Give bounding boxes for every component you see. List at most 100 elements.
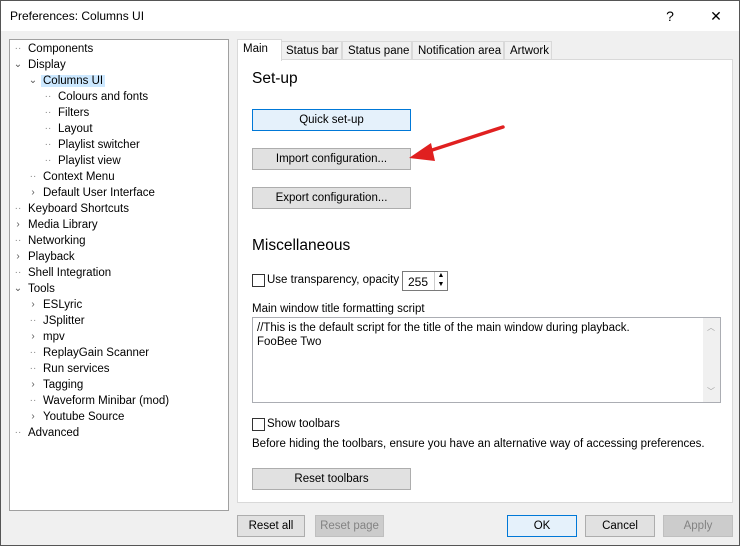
script-line: //This is the default script for the tit… [257,322,630,334]
tree-connector-icon: ·· [14,267,22,278]
title-bar: Preferences: Columns UI ? ✕ [1,1,739,31]
chevron-right-icon[interactable]: › [28,329,38,345]
reset-toolbars-button[interactable]: Reset toolbars [252,468,411,490]
quick-setup-button[interactable]: Quick set-up [252,109,411,131]
chevron-right-icon[interactable]: › [28,297,38,313]
window-title: Preferences: Columns UI [10,9,145,23]
tree-item[interactable]: ·· Colours and fonts [43,89,150,105]
tree-item[interactable]: ·· Playlist view [43,153,123,169]
tree-connector-icon: ·· [44,155,52,166]
chevron-right-icon[interactable]: › [28,409,38,425]
tree-connector-icon: ·· [44,123,52,134]
tree-item-label: Playlist switcher [58,139,140,151]
tree-item[interactable]: ·· Advanced [13,425,81,441]
title-script-textarea[interactable]: //This is the default script for the tit… [252,317,721,403]
tree-item[interactable]: ·· Run services [28,361,111,377]
tree-item[interactable]: ·· Filters [43,105,91,121]
show-toolbars-checkbox[interactable] [252,418,265,431]
tree-connector-icon: ·· [14,235,22,246]
tree-item-label: ESLyric [43,299,83,311]
tree-item[interactable]: ⌄ Columns UI [28,73,106,89]
opacity-spinner[interactable]: 255 ▲ ▼ [402,271,448,291]
preferences-tree[interactable]: ·· Components ⌄ Display ⌄ Columns UI ·· Colours… [9,39,229,511]
tree-item[interactable]: ·· Shell Integration [13,265,113,281]
tree-item-label: Tools [28,283,55,295]
tree-item[interactable]: ·· JSplitter [28,313,87,329]
tree-item-label: Playlist view [58,155,121,167]
tree-item[interactable]: › mpv [28,329,67,345]
tree-connector-icon: ·· [29,171,37,182]
tree-item-label: Context Menu [43,171,115,183]
tree-item-label: Waveform Minibar (mod) [43,395,170,407]
miscellaneous-heading: Miscellaneous [252,237,351,254]
cancel-button[interactable]: Cancel [585,515,655,537]
scroll-down-icon[interactable]: ﹀ [707,385,715,399]
tree-item-label: Components [28,43,94,55]
tree-connector-icon: ·· [44,91,52,102]
tree-connector-icon: ·· [29,395,37,406]
close-button[interactable]: ✕ [693,1,739,31]
tree-item[interactable]: › ESLyric [28,297,84,313]
tree-item[interactable]: ·· Components [13,41,95,57]
use-transparency-checkbox[interactable] [252,274,265,287]
tree-item-label: Run services [43,363,110,375]
tree-connector-icon: ·· [14,427,22,438]
tab-notification-area[interactable]: Notification area [412,41,504,60]
tab-status-bar[interactable]: Status bar [280,41,342,60]
vertical-scrollbar[interactable]: ︿ ﹀ [703,318,720,402]
tree-item[interactable]: › Media Library [13,217,100,233]
setup-heading: Set-up [252,70,298,87]
chevron-right-icon[interactable]: › [28,185,38,201]
reset-all-button[interactable]: Reset all [237,515,305,537]
tree-item[interactable]: ·· Context Menu [28,169,117,185]
tab-status-pane[interactable]: Status pane [342,41,412,60]
tab-artwork[interactable]: Artwork [504,41,552,60]
tree-item[interactable]: ·· Layout [43,121,95,137]
tree-item[interactable]: ·· Waveform Minibar (mod) [28,393,171,409]
tree-item-label: Playback [28,251,75,263]
tree-item-label: Default User Interface [43,187,155,199]
tree-item[interactable]: ⌄ Display [13,57,68,73]
tree-item[interactable]: ⌄ Tools [13,281,57,297]
ok-button[interactable]: OK [507,515,577,537]
opacity-value: 255 [408,275,429,289]
chevron-right-icon[interactable]: › [13,217,23,233]
tree-connector-icon: ·· [44,107,52,118]
tree-item[interactable]: › Playback [13,249,77,265]
spin-down-icon[interactable]: ▼ [434,281,447,290]
tree-item-label: Colours and fonts [58,91,149,103]
tree-item-label: Display [28,59,66,71]
tree-item-label: Layout [58,123,93,135]
tree-connector-icon: ·· [14,203,22,214]
spin-up-icon[interactable]: ▲ [434,272,447,281]
tree-item[interactable]: ·· ReplayGain Scanner [28,345,151,361]
use-transparency-label: Use transparency, opacity [267,274,400,286]
chevron-down-icon[interactable]: ⌄ [28,73,38,89]
tree-item-label: Tagging [43,379,84,391]
tree-item-label: mpv [43,331,65,343]
script-line: FooBee Two [257,336,322,348]
tab-main[interactable]: Main [237,39,282,61]
chevron-down-icon[interactable]: ⌄ [13,281,23,297]
red-arrow-annotation [409,125,505,161]
tree-item-label: Columns UI [41,75,106,87]
tree-connector-icon: ·· [44,139,52,150]
tree-item-label: Advanced [28,427,80,439]
tree-item[interactable]: › Youtube Source [28,409,126,425]
scroll-up-icon[interactable]: ︿ [707,321,715,335]
tree-item[interactable]: ·· Keyboard Shortcuts [13,201,131,217]
tree-item[interactable]: › Default User Interface [28,185,157,201]
preferences-window: Preferences: Columns UI ? ✕ ·· Components… [0,0,740,546]
chevron-right-icon[interactable]: › [13,249,23,265]
tree-item[interactable]: ·· Networking [13,233,88,249]
help-button[interactable]: ? [647,1,693,31]
tree-connector-icon: ·· [29,363,37,374]
show-toolbars-label: Show toolbars [267,418,340,430]
tree-item-label: Youtube Source [43,411,125,423]
export-configuration-button[interactable]: Export configuration... [252,187,411,209]
chevron-right-icon[interactable]: › [28,377,38,393]
tree-item[interactable]: › Tagging [28,377,85,393]
tree-item[interactable]: ·· Playlist switcher [43,137,142,153]
chevron-down-icon[interactable]: ⌄ [13,57,23,73]
import-configuration-button[interactable]: Import configuration... [252,148,411,170]
